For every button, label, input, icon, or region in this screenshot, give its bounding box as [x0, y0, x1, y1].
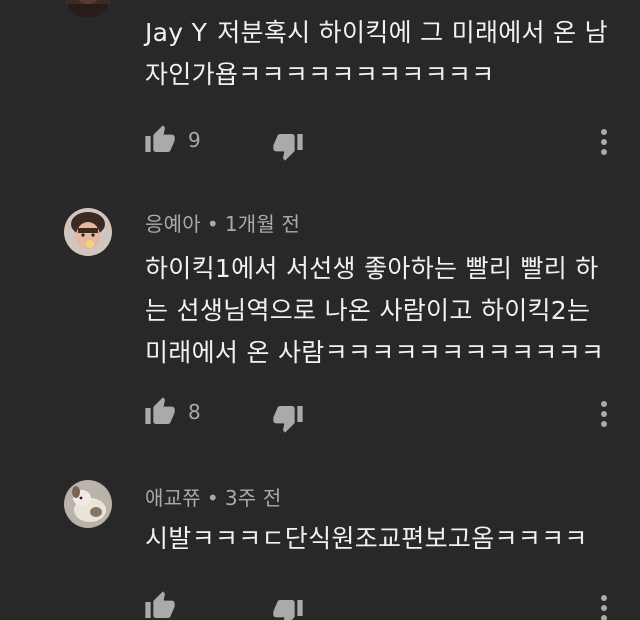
comment-meta: 응예아 • 1개월 전 — [145, 208, 300, 237]
comment-text: Jay Y 저분혹시 하이킥에 그 미래에서 온 남자인가욥ㅋㅋㅋㅋㅋㅋㅋㅋㅋㅋㅋ — [145, 12, 615, 96]
like-count: 9 — [188, 128, 201, 152]
avatar[interactable] — [64, 0, 112, 18]
more-options-button[interactable] — [592, 124, 616, 160]
thumbs-up-icon — [145, 397, 175, 424]
comment-actions: 8 — [0, 396, 640, 434]
dislike-button[interactable] — [272, 130, 304, 162]
author-name[interactable]: 응예아 — [145, 212, 201, 236]
thumbs-down-icon — [273, 134, 303, 161]
avatar[interactable] — [64, 480, 112, 528]
thumbs-up-icon — [145, 591, 175, 618]
dislike-button[interactable] — [272, 596, 304, 620]
more-vertical-icon — [601, 401, 607, 427]
comment-meta: 애교쮸 • 3주 전 — [145, 482, 282, 511]
comment-time[interactable]: 3주 전 — [225, 486, 282, 510]
thumbs-down-icon — [273, 406, 303, 433]
comment-actions: 9 — [0, 124, 640, 162]
author-name[interactable]: 애교쮸 — [145, 486, 201, 510]
like-button[interactable] — [144, 124, 176, 156]
comment-text: 시발ㅋㅋㅋㄷ단식원조교편보고옴ㅋㅋㅋㅋ — [145, 524, 588, 553]
more-options-button[interactable] — [592, 590, 616, 620]
comment-body: 저분혹시 하이킥에 그 미래에서 온 남자인가욥ㅋㅋㅋㅋㅋㅋㅋㅋㅋㅋㅋ — [145, 18, 608, 89]
like-button[interactable] — [144, 590, 176, 620]
more-vertical-icon — [601, 129, 607, 155]
meta-separator: • — [206, 486, 219, 510]
comment-time[interactable]: 1개월 전 — [225, 212, 300, 236]
meta-separator: • — [206, 212, 219, 236]
like-button[interactable] — [144, 396, 176, 428]
comment-actions — [0, 590, 640, 620]
thumbs-down-icon — [273, 600, 303, 620]
thumbs-up-icon — [145, 125, 175, 152]
more-options-button[interactable] — [592, 396, 616, 432]
dislike-button[interactable] — [272, 402, 304, 434]
comment-text: 하이킥1에서 서선생 좋아하는 빨리 빨리 하는 선생님역으로 나온 사람이고 … — [145, 254, 605, 367]
avatar[interactable] — [64, 208, 112, 256]
comment-feed: Jay Y 저분혹시 하이킥에 그 미래에서 온 남자인가욥ㅋㅋㅋㅋㅋㅋㅋㅋㅋㅋㅋ… — [0, 0, 640, 620]
mention-link[interactable]: Jay Y — [145, 18, 207, 47]
like-count: 8 — [188, 400, 201, 424]
more-vertical-icon — [601, 595, 607, 620]
